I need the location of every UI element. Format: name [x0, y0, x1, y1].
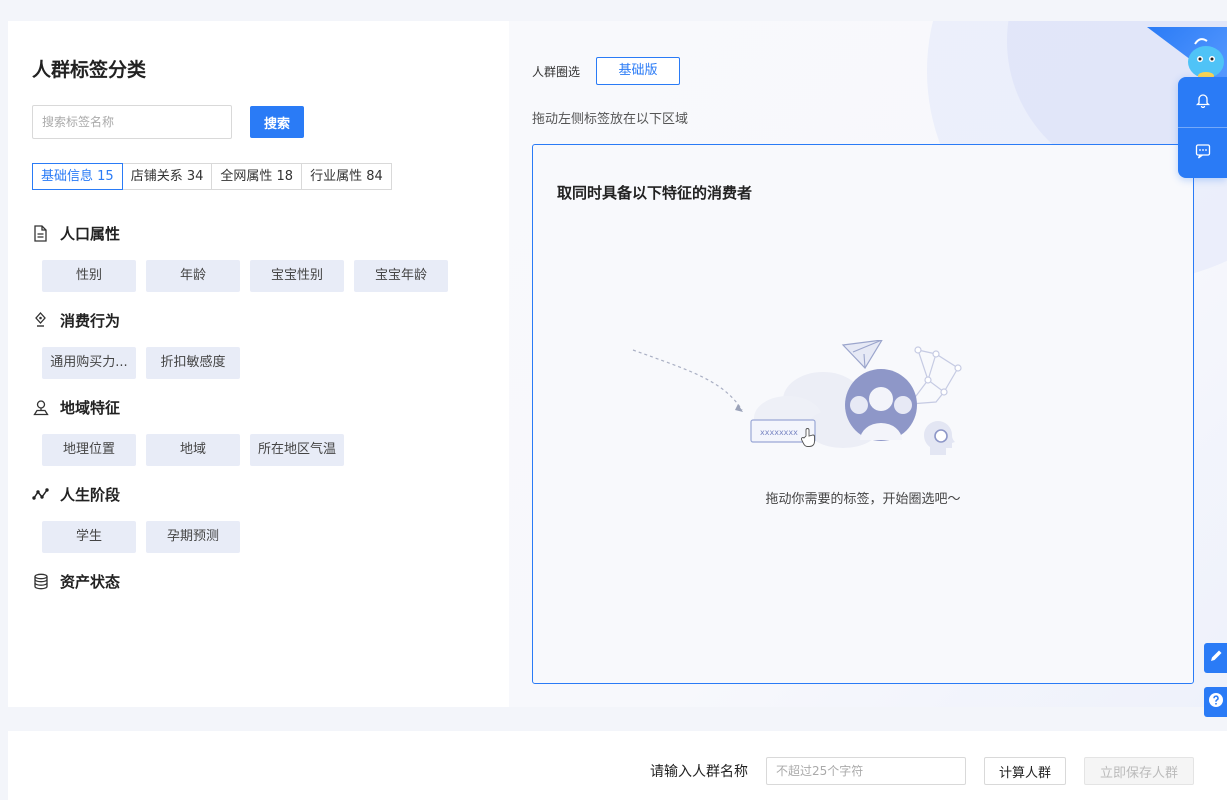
search-button[interactable]: 搜索 [250, 106, 304, 138]
coins-icon [32, 573, 49, 590]
empty-state-text: 拖动你需要的标签，开始圈选吧～ [765, 492, 961, 507]
section-header: 消费行为 [32, 310, 120, 331]
crowd-name-label: 请输入人群名称 [650, 764, 748, 780]
document-icon [32, 225, 49, 242]
tag-chip[interactable]: 所在地区气温 [250, 434, 344, 466]
panel-title: 人群标签分类 [32, 59, 147, 81]
tag-chip[interactable]: 年龄 [146, 260, 240, 292]
tab-industry-attributes[interactable]: 行业属性 84 [301, 163, 392, 190]
map-pin-icon [32, 399, 49, 416]
crowd-selection-panel: 人群圈选 基础版 拖动左侧标签放在以下区域 取同时具备以下特征的消费者 xxxx… [509, 21, 1227, 707]
selection-label: 人群圈选 [532, 65, 581, 79]
drop-area-title: 取同时具备以下特征的消费者 [557, 184, 753, 202]
section-header: 人生阶段 [32, 484, 120, 505]
section-title: 消费行为 [60, 312, 121, 330]
tag-search-input[interactable] [32, 105, 232, 139]
drag-hint: 拖动左侧标签放在以下区域 [532, 112, 689, 127]
tag-chip[interactable]: 折扣敏感度 [146, 347, 240, 379]
floating-toolbar [1178, 77, 1227, 178]
version-button[interactable]: 基础版 [596, 57, 680, 85]
tag-chip-row: 学生 孕期预测 [42, 521, 250, 553]
pen-icon [32, 312, 49, 329]
tag-chip[interactable]: 孕期预测 [146, 521, 240, 553]
tab-basic-info[interactable]: 基础信息 15 [32, 163, 123, 190]
tag-drop-area[interactable]: 取同时具备以下特征的消费者 xxxxxxxx 拖动你需要的标签，开始圈选吧～ [532, 144, 1194, 684]
crowd-name-input[interactable] [766, 757, 966, 785]
tag-chip[interactable]: 地理位置 [42, 434, 136, 466]
tab-shop-relation[interactable]: 店铺关系 34 [121, 163, 213, 190]
tag-chip-row: 通用购买力... 折扣敏感度 [42, 347, 250, 379]
save-crowd-button[interactable]: 立即保存人群 [1084, 757, 1194, 785]
help-button[interactable] [1204, 687, 1227, 717]
category-tabs: 基础信息 15 店铺关系 34 全网属性 18 行业属性 84 [32, 163, 392, 190]
section-header: 地域特征 [32, 397, 120, 418]
bottom-action-bar: 请输入人群名称 计算人群 立即保存人群 [8, 731, 1227, 800]
edit-button[interactable] [1204, 643, 1227, 673]
help-icon [1208, 692, 1224, 712]
tag-category-panel: 人群标签分类 搜索 基础信息 15 店铺关系 34 全网属性 18 行业属性 8… [8, 21, 509, 707]
tag-chip-row: 地理位置 地域 所在地区气温 [42, 434, 354, 466]
section-header: 人口属性 [32, 223, 120, 244]
empty-state-illustration: xxxxxxxx [632, 340, 962, 455]
chat-icon [1195, 143, 1211, 163]
calculate-crowd-button[interactable]: 计算人群 [984, 757, 1066, 785]
bell-icon [1195, 92, 1211, 112]
tab-network-attributes[interactable]: 全网属性 18 [211, 163, 303, 190]
section-title: 人口属性 [60, 225, 121, 243]
illustration-tag-text: xxxxxxxx [760, 428, 798, 437]
tag-chip-row: 性别 年龄 宝宝性别 宝宝年龄 [42, 260, 458, 292]
tag-chip[interactable]: 通用购买力... [42, 347, 136, 379]
tag-chip[interactable]: 宝宝年龄 [354, 260, 448, 292]
section-title: 地域特征 [60, 399, 121, 417]
chat-button[interactable] [1178, 127, 1227, 177]
tag-chip[interactable]: 性别 [42, 260, 136, 292]
edit-icon [1208, 648, 1224, 668]
section-title: 资产状态 [60, 573, 121, 591]
mascot-icon[interactable] [1178, 32, 1227, 82]
section-header: 资产状态 [32, 571, 120, 592]
tag-chip[interactable]: 学生 [42, 521, 136, 553]
section-title: 人生阶段 [60, 486, 121, 504]
notification-button[interactable] [1178, 77, 1227, 127]
timeline-icon [32, 486, 49, 503]
tag-chip[interactable]: 地域 [146, 434, 240, 466]
tag-chip[interactable]: 宝宝性别 [250, 260, 344, 292]
